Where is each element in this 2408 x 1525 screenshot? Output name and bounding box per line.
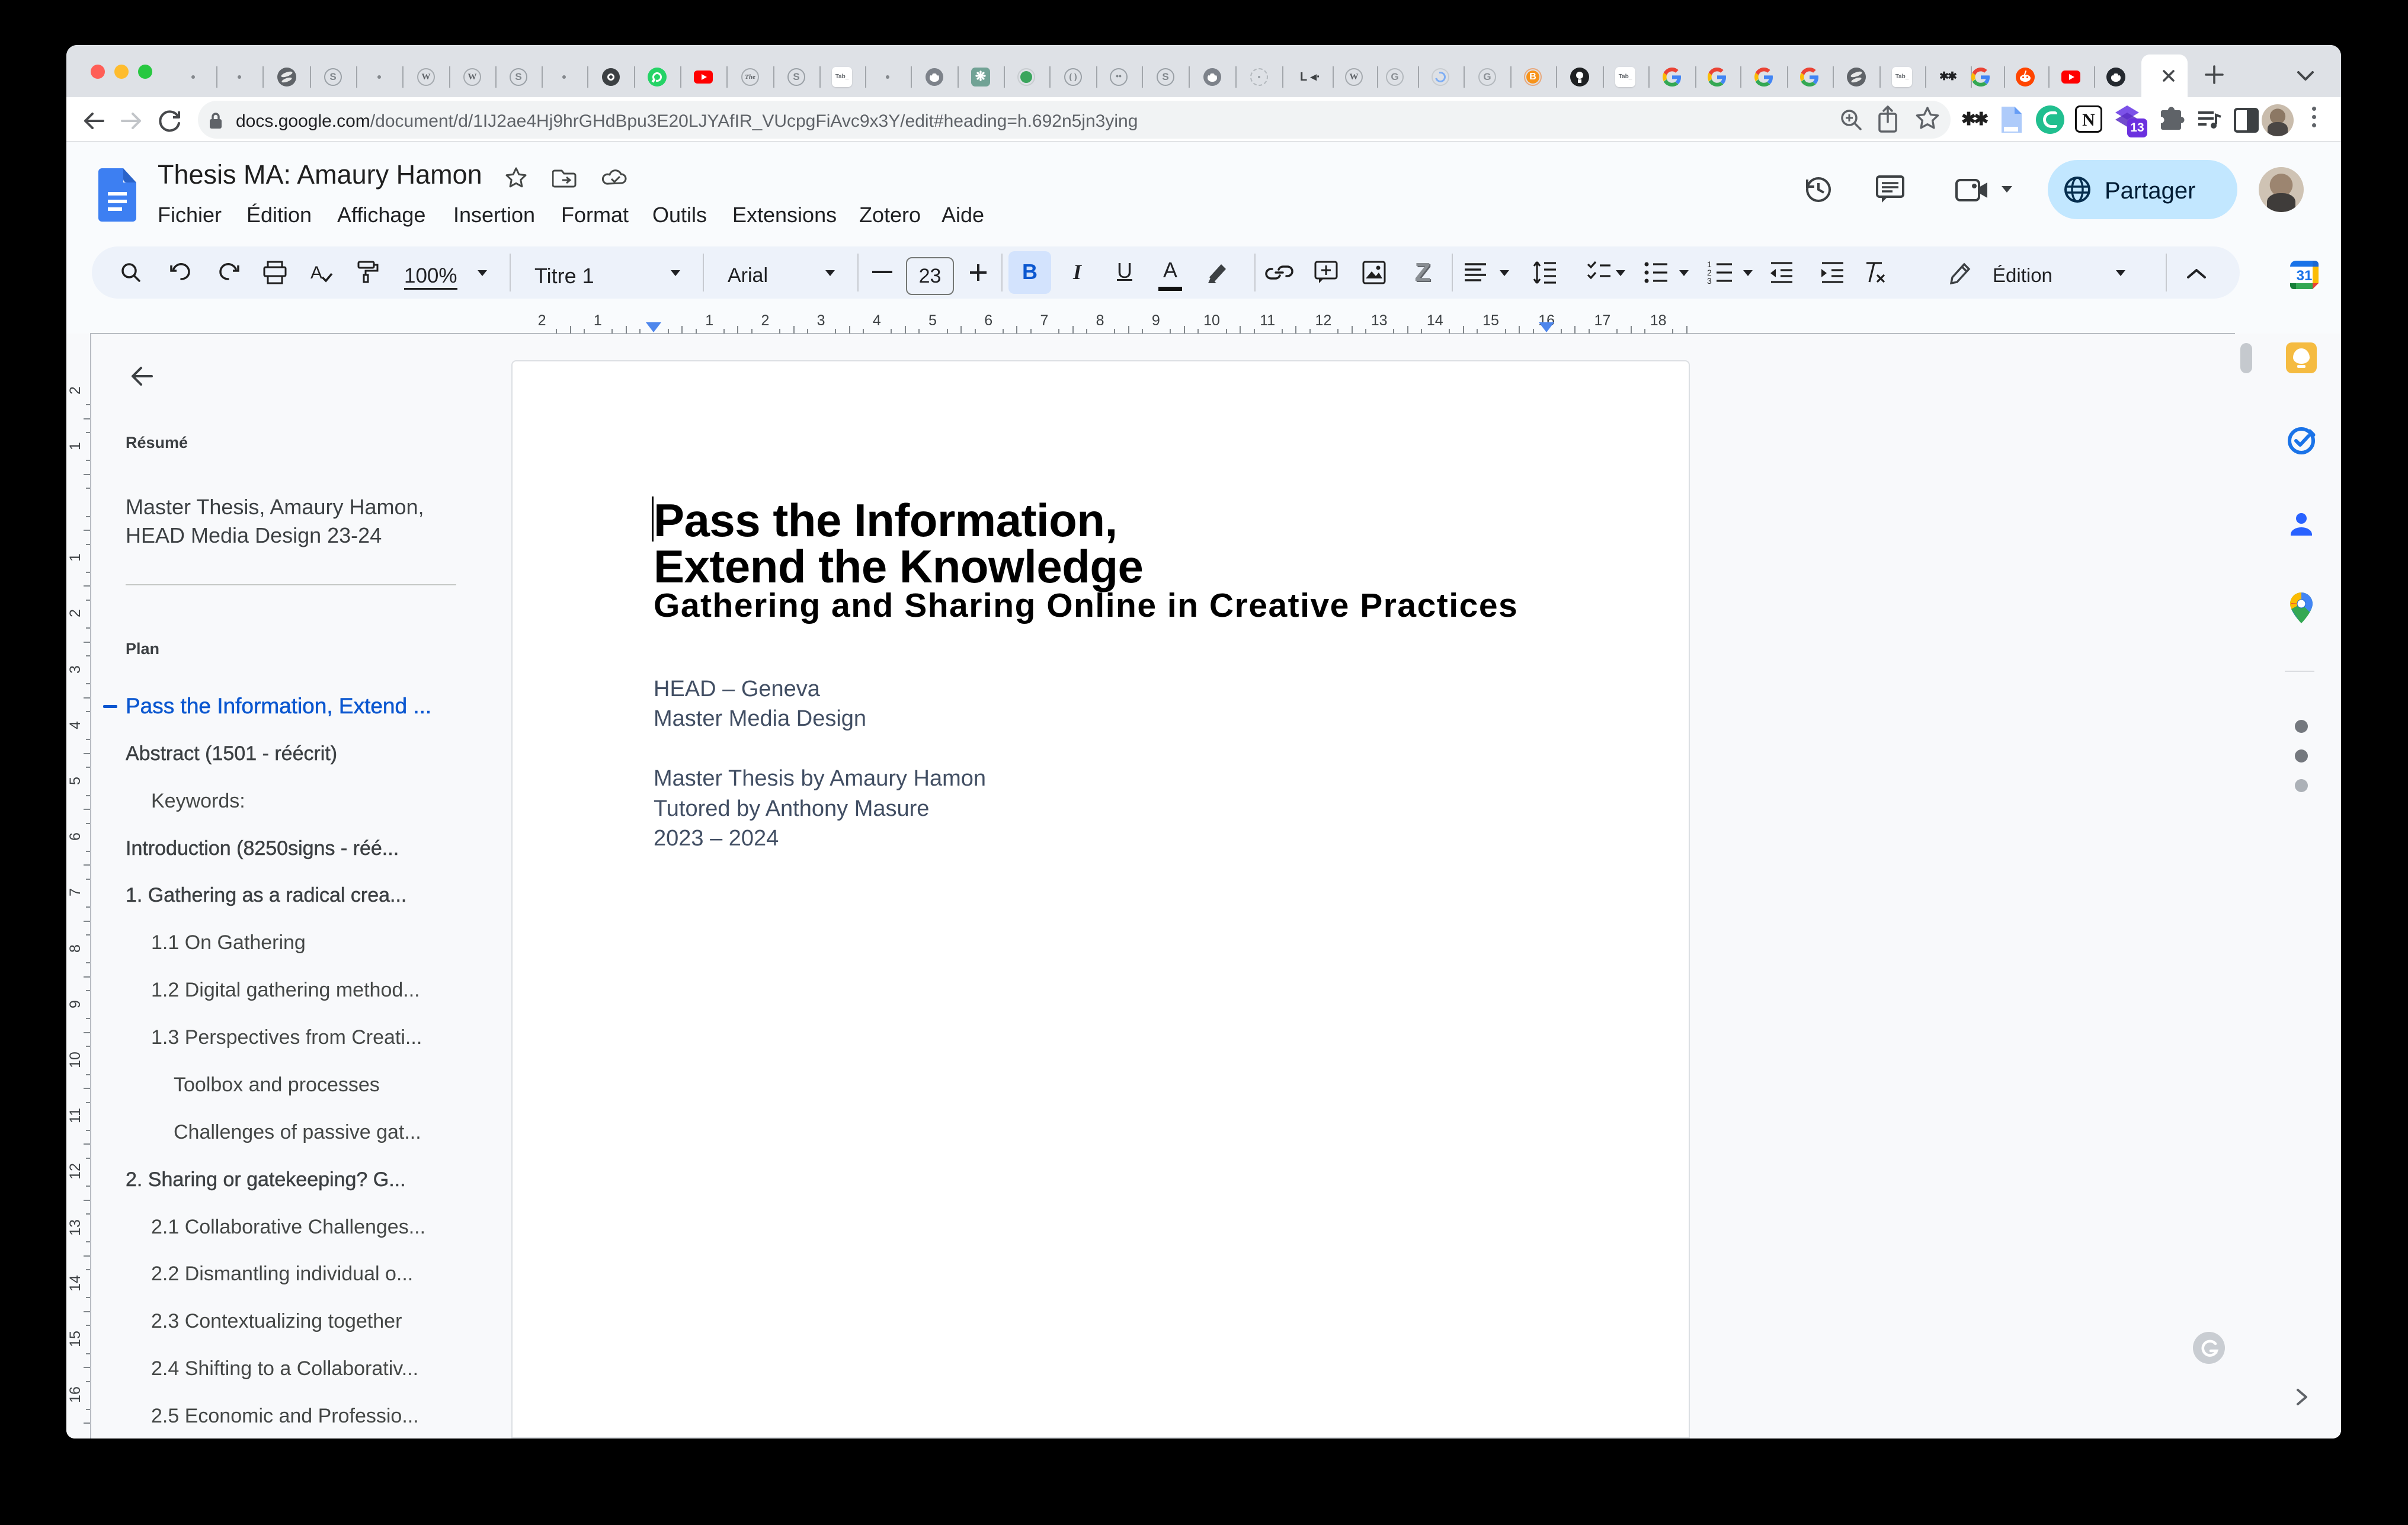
svg-text:A: A [310, 263, 322, 283]
svg-text:3: 3 [1707, 276, 1712, 286]
svg-text:31: 31 [2297, 268, 2313, 284]
